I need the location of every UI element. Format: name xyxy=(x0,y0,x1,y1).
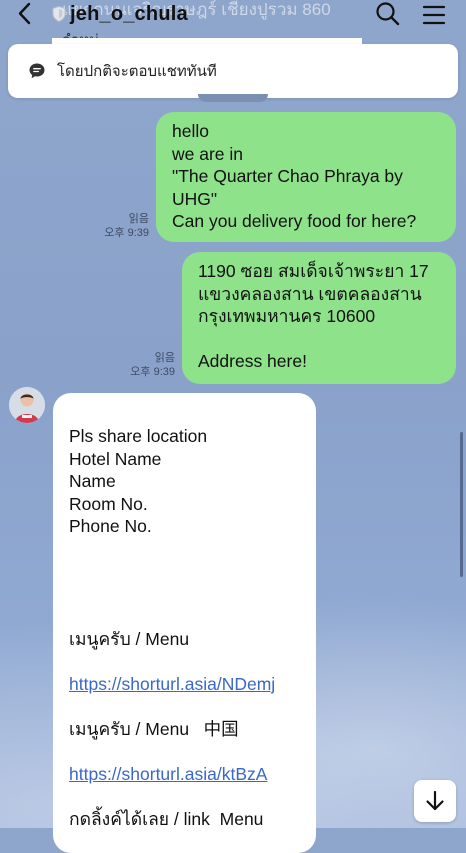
back-icon xyxy=(18,2,31,25)
scroll-down-icon xyxy=(426,790,444,811)
footer-line: กดลิ้งค์ได้เลย / link Menu xyxy=(69,808,264,829)
message-meta: 읽음 오후 9:39 xyxy=(130,351,175,379)
chat-bubble-icon xyxy=(29,63,45,79)
chat-title-text: jeh_o_chula xyxy=(70,2,188,25)
scrollbar[interactable] xyxy=(460,432,463,577)
outgoing-message[interactable]: hello we are in "The Quarter Chao Phraya… xyxy=(156,112,456,242)
message-line: Phone No. xyxy=(69,516,152,536)
menu-link-cn[interactable]: https://shorturl.asia/ktBzA xyxy=(69,763,275,786)
read-receipt: 읽음 xyxy=(154,352,175,364)
avatar[interactable] xyxy=(9,387,45,423)
search-icon xyxy=(376,2,400,26)
outgoing-message[interactable]: 1190 ซอย สมเด็จเจ้าพระยา 17 แขวงคลองสาน … xyxy=(182,252,456,384)
search-button[interactable] xyxy=(374,0,402,28)
menu-label: เมนูครับ / Menu xyxy=(69,628,190,649)
notice-text: โดยปกติจะตอบแชททันที xyxy=(57,63,217,80)
message-line: Hotel Name xyxy=(69,448,162,469)
incoming-message[interactable]: Pls share location Hotel Name Name Room … xyxy=(53,393,316,853)
message-time: 오후 9:39 xyxy=(130,366,175,378)
menu-label-cn: เมนูครับ / Menu 中国 xyxy=(69,718,239,739)
message-text: hello we are in "The Quarter Chao Phraya… xyxy=(172,121,417,231)
avatar-image xyxy=(9,387,45,423)
back-button[interactable] xyxy=(10,0,40,30)
previous-bubble-edge xyxy=(198,94,268,102)
menu-icon xyxy=(422,5,446,25)
message-line: Pls share location xyxy=(69,426,208,446)
menu-link[interactable]: https://shorturl.asia/NDemj xyxy=(69,673,275,696)
response-time-notice: โดยปกติจะตอบแชททันที xyxy=(8,44,458,98)
menu-button[interactable] xyxy=(420,2,448,28)
read-receipt: 읽음 xyxy=(128,213,149,225)
scroll-to-bottom-button[interactable] xyxy=(414,780,456,822)
chat-header: jeh_o_chula xyxy=(0,0,466,32)
message-text: 1190 ซอย สมเด็จเจ้าพระยา 17 แขวงคลองสาน … xyxy=(198,261,429,371)
message-line: Room No. xyxy=(69,493,148,514)
message-line: Name xyxy=(69,471,116,491)
shield-icon xyxy=(52,6,66,22)
chat-title[interactable]: jeh_o_chula xyxy=(52,2,188,26)
message-time: 오후 9:39 xyxy=(104,227,149,239)
message-meta: 읽음 오후 9:39 xyxy=(104,212,149,240)
